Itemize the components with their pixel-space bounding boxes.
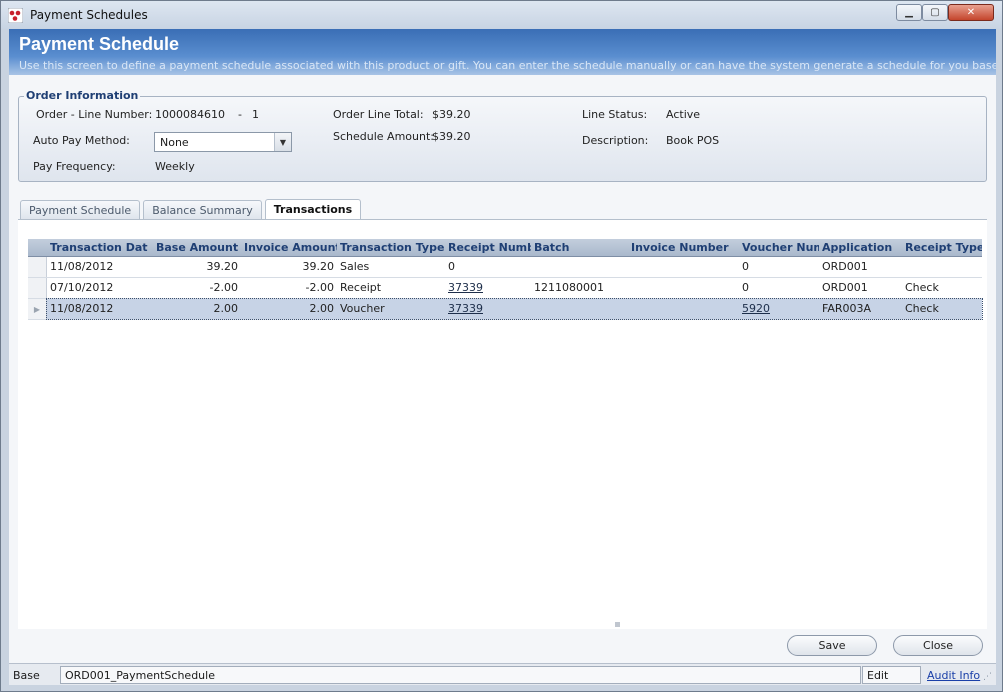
minimize-icon: ▁ [905,7,913,18]
col-base-amount[interactable]: Base Amount [153,239,241,256]
schedule-amount-value: $39.20 [432,130,471,143]
tab-transactions[interactable]: Transactions [264,199,362,220]
cell-type: Sales [340,260,370,273]
transactions-panel: Transaction Dat Base Amount Invoice Amou… [18,219,987,629]
title-bar[interactable]: Payment Schedules ▁ ▢ ✕ [1,1,1002,29]
cell-batch [531,257,628,277]
col-application[interactable]: Application [819,239,902,256]
col-invoice-amount[interactable]: Invoice Amount [241,239,337,256]
cell-receipt-type [902,257,982,277]
resize-grip-icon[interactable]: ⋰ [983,672,993,682]
order-line-total-value: $39.20 [432,108,471,121]
close-icon: ✕ [966,7,976,18]
line-status-label: Line Status: [582,108,648,121]
table-row[interactable]: 07/10/2012 -2.00 -2.00 Receipt 37339 121… [28,278,982,299]
header-banner: Payment Schedule Use this screen to defi… [9,29,996,75]
cell-application: ORD001 [822,260,868,273]
maximize-button[interactable]: ▢ [922,4,948,21]
cell-type: Receipt [340,281,382,294]
cell-date: 07/10/2012 [50,281,114,294]
tab-payment-schedule[interactable]: Payment Schedule [20,200,141,219]
row-selector[interactable]: ▶ [28,299,47,319]
cell-voucher: 0 [742,260,749,273]
status-bar: Base ORD001_PaymentSchedule Edit Audit I… [9,663,996,685]
chevron-down-icon[interactable]: ▼ [274,133,291,151]
cell-invoice-amount: 2.00 [309,302,335,315]
row-selector[interactable] [28,257,47,277]
cell-receipt-type: Check [905,281,939,294]
cell-base-amount: 39.20 [206,260,239,273]
col-invoice-number[interactable]: Invoice Number [628,239,739,256]
status-mode: Edit [862,666,921,684]
tab-strip: Payment Schedule Balance Summary Transac… [20,199,364,220]
cell-invoice-amount: -2.00 [305,281,334,294]
auto-pay-method-select[interactable]: None ▼ [154,132,292,152]
cell-invoice-number [628,278,739,298]
page-description: Use this screen to define a payment sche… [19,59,996,72]
maximize-icon: ▢ [930,7,940,18]
row-selector-header [28,239,47,256]
window-title: Payment Schedules [30,8,148,22]
voucher-number-link[interactable]: 5920 [742,302,770,315]
status-base-label: Base [13,669,40,682]
order-number-value: 1000084610 [155,108,225,121]
cell-batch: 1211080001 [534,281,604,294]
group-title: Order Information [24,89,141,102]
cell-invoice-number [628,299,739,319]
receipt-number-link[interactable]: 37339 [448,281,483,294]
pay-frequency-label: Pay Frequency: [33,160,116,173]
cell-base-amount: -2.00 [209,281,238,294]
receipt-number-link[interactable]: 37339 [448,302,483,315]
grid-header: Transaction Dat Base Amount Invoice Amou… [28,239,982,257]
col-transaction-type[interactable]: Transaction Type [337,239,445,256]
order-line-total-label: Order Line Total: [333,108,424,121]
close-button[interactable]: Close [893,635,983,656]
auto-pay-method-label: Auto Pay Method: [33,134,130,147]
cell-voucher: 0 [742,281,749,294]
order-information-group: Order Information Order - Line Number: 1… [18,89,987,182]
order-line-dash: - [238,108,242,121]
line-number-value: 1 [252,108,259,121]
cell-receipt-type: Check [905,302,939,315]
col-transaction-date[interactable]: Transaction Dat [47,239,153,256]
current-row-indicator-icon: ▶ [33,304,41,314]
line-status-value: Active [666,108,701,121]
audit-info-link[interactable]: Audit Info [927,669,980,682]
col-receipt-number[interactable]: Receipt Numb [445,239,531,256]
app-icon [8,8,23,23]
resize-handle[interactable] [615,622,620,627]
cell-receipt: 0 [448,260,455,273]
page-title: Payment Schedule [19,34,180,54]
save-button[interactable]: Save [787,635,877,656]
tab-balance-summary[interactable]: Balance Summary [143,200,262,219]
col-batch[interactable]: Batch [531,239,628,256]
main-content: Order Information Order - Line Number: 1… [9,75,996,663]
cell-batch [531,299,628,319]
payment-schedules-window: Payment Schedules ▁ ▢ ✕ Payment Schedule… [0,0,1003,692]
description-value: Book POS [666,134,720,147]
cell-application: ORD001 [822,281,868,294]
minimize-button[interactable]: ▁ [896,4,922,21]
pay-frequency-value: Weekly [155,160,195,173]
schedule-amount-label: Schedule Amount: [333,130,434,143]
col-receipt-type[interactable]: Receipt Type [902,239,982,256]
table-row[interactable]: 11/08/2012 39.20 39.20 Sales 0 0 ORD001 [28,257,982,278]
transactions-grid[interactable]: Transaction Dat Base Amount Invoice Amou… [28,239,983,320]
cell-base-amount: 2.00 [213,302,239,315]
cell-invoice-amount: 39.20 [302,260,335,273]
table-row-selected[interactable]: ▶ 11/08/2012 2.00 2.00 Voucher 37339 592… [28,298,983,320]
cell-application: FAR003A [822,302,872,315]
close-window-button[interactable]: ✕ [948,4,994,21]
auto-pay-method-value: None [160,136,189,149]
order-line-number-label: Order - Line Number: [36,108,153,121]
cell-date: 11/08/2012 [50,302,114,315]
cell-type: Voucher [340,302,385,315]
cell-invoice-number [628,257,739,277]
col-voucher-number[interactable]: Voucher Num [739,239,819,256]
row-selector[interactable] [28,278,47,298]
status-form-name: ORD001_PaymentSchedule [60,666,861,684]
description-label: Description: [582,134,649,147]
cell-date: 11/08/2012 [50,260,114,273]
